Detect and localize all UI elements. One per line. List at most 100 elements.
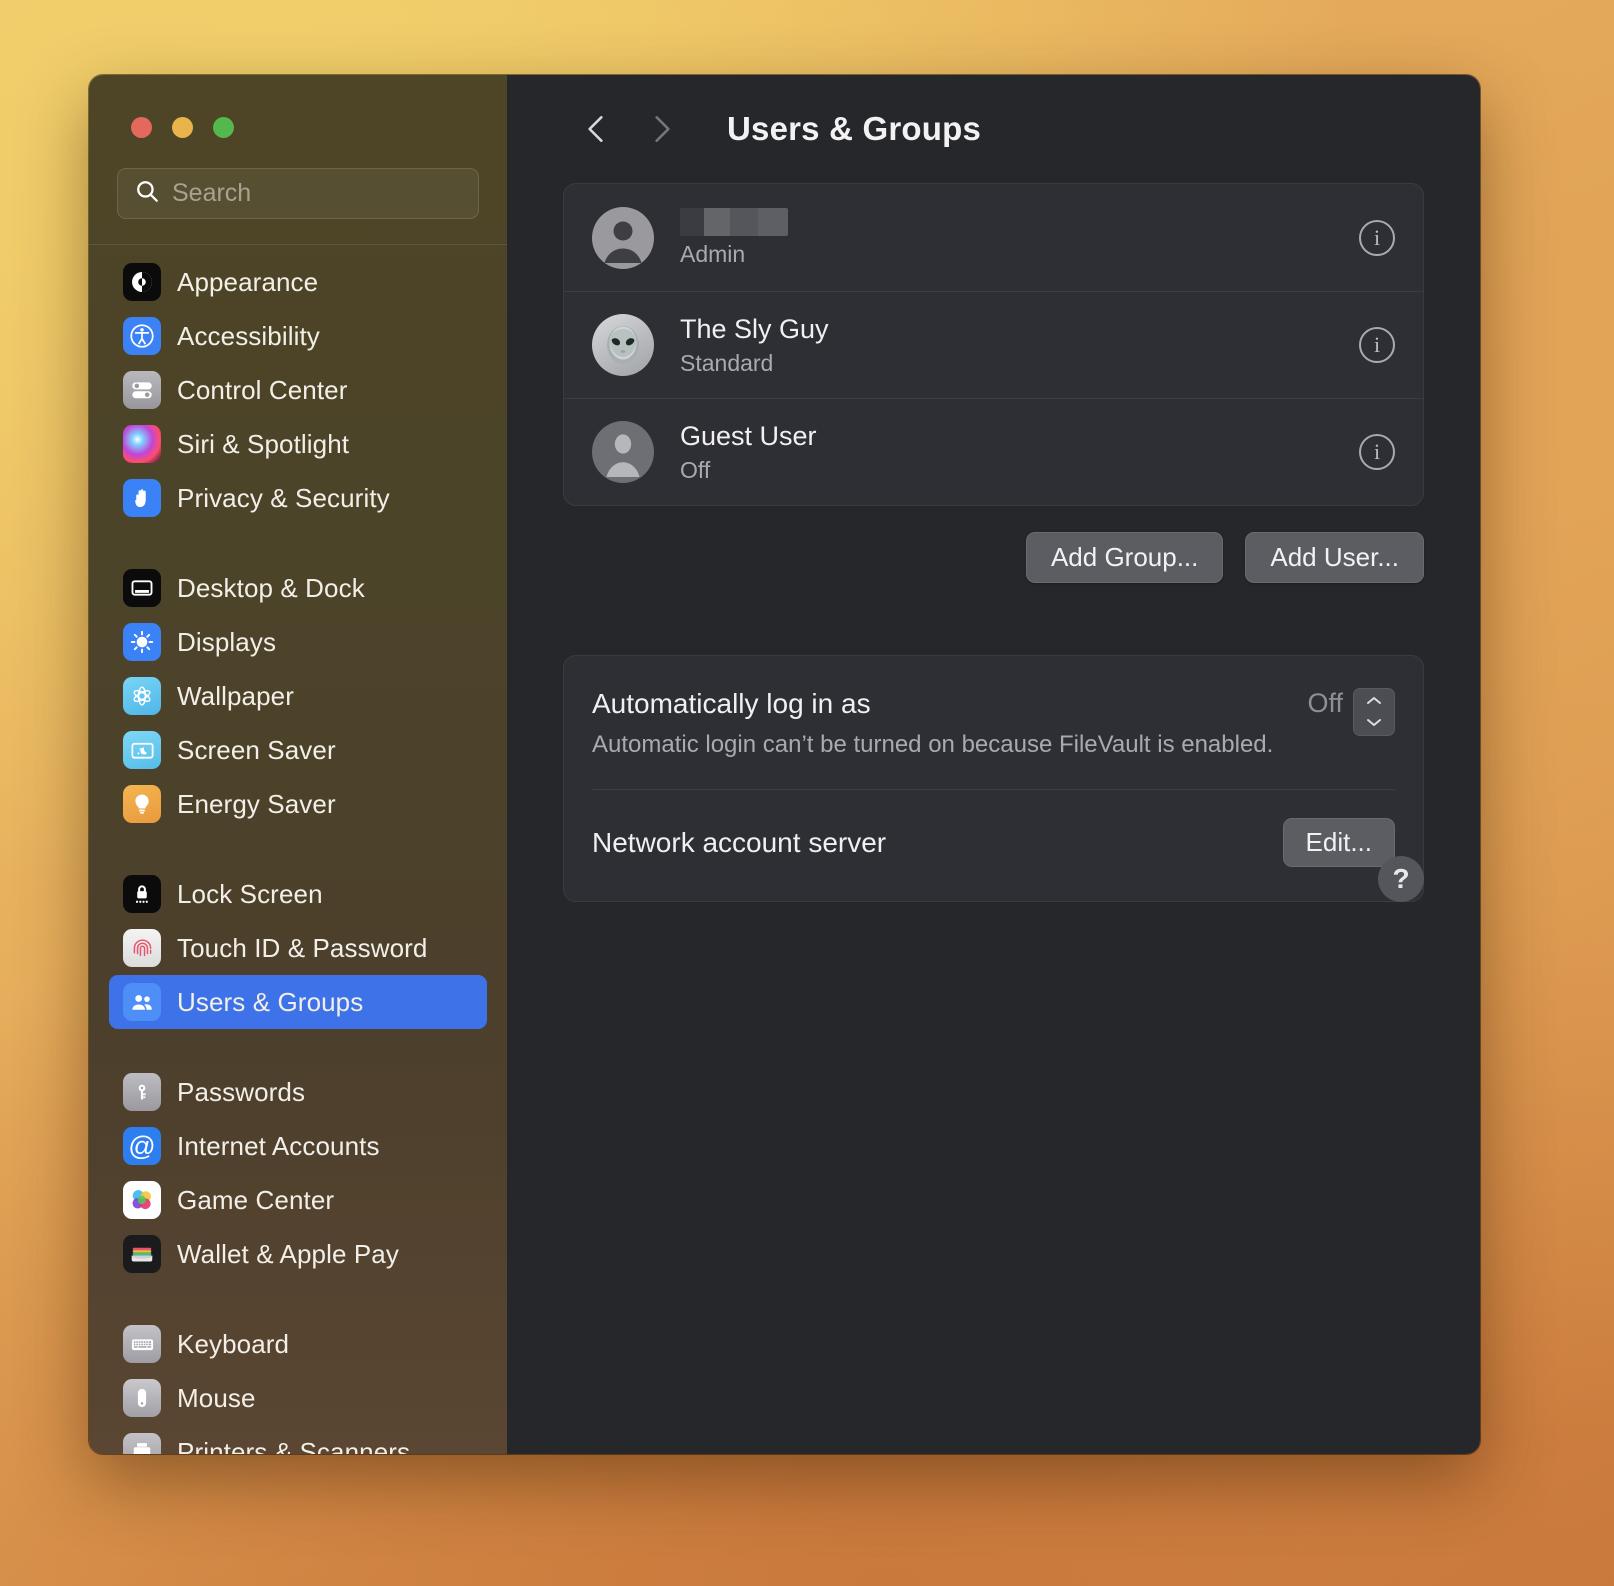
sidebar-item-label: Wallet & Apple Pay [177, 1239, 399, 1270]
auto-login-description: Automatic login can’t be turned on becau… [592, 731, 1307, 759]
sidebar-item-keyboard[interactable]: Keyboard [109, 1317, 487, 1371]
internet-accounts-at-icon: @ [123, 1127, 161, 1165]
network-account-server-row: Network account server Edit... [592, 789, 1395, 901]
network-account-server-text: Network account server [592, 827, 1283, 859]
user-info: Guest User Off [680, 421, 1359, 484]
info-circle-icon[interactable]: i [1359, 327, 1395, 363]
back-button[interactable] [577, 108, 615, 150]
sidebar-item-privacy-security[interactable]: Privacy & Security [109, 471, 487, 525]
search-container [89, 138, 507, 219]
sidebar-item-passwords[interactable]: Passwords [109, 1065, 487, 1119]
sidebar-item-screen-saver[interactable]: Screen Saver [109, 723, 487, 777]
sidebar-item-lock-screen[interactable]: Lock Screen [109, 867, 487, 921]
sidebar-item-label: Displays [177, 627, 276, 658]
help-button[interactable]: ? [1378, 856, 1424, 902]
search-box[interactable] [117, 168, 479, 219]
chevron-right-icon [649, 134, 675, 149]
close-window-button[interactable] [131, 117, 152, 138]
sidebar-item-label: Accessibility [177, 321, 320, 352]
sidebar-item-touch-id-password[interactable]: Touch ID & Password [109, 921, 487, 975]
wallet-icon [123, 1235, 161, 1273]
wallpaper-flower-icon [123, 677, 161, 715]
chevron-down-icon [1366, 714, 1382, 732]
sidebar-item-label: Printers & Scanners [177, 1437, 410, 1455]
sidebar-item-energy-saver[interactable]: Energy Saver [109, 777, 487, 831]
auto-login-value: Off [1307, 688, 1343, 719]
sidebar-nav: Appearance Accessibility [89, 245, 507, 1454]
search-icon [134, 178, 160, 209]
users-list-card: Admin i The Sly Guy S [563, 183, 1424, 506]
zoom-window-button[interactable] [213, 117, 234, 138]
user-info: The Sly Guy Standard [680, 314, 1359, 377]
sidebar-item-label: Users & Groups [177, 987, 363, 1018]
mouse-icon [123, 1379, 161, 1417]
sidebar-item-printers-scanners[interactable]: Printers & Scanners [109, 1425, 487, 1454]
sidebar-item-label: Desktop & Dock [177, 573, 365, 604]
sidebar-item-siri-spotlight[interactable]: Siri & Spotlight [109, 417, 487, 471]
info-circle-icon[interactable]: i [1359, 434, 1395, 470]
toolbar: Users & Groups [563, 75, 1424, 183]
sidebar-item-game-center[interactable]: Game Center [109, 1173, 487, 1227]
sidebar-item-label: Control Center [177, 375, 347, 406]
redacted-username [680, 208, 788, 236]
sidebar-item-appearance[interactable]: Appearance [109, 255, 487, 309]
edit-network-account-server-button[interactable]: Edit... [1283, 818, 1395, 867]
traffic-lights [89, 75, 507, 138]
sidebar-item-label: Touch ID & Password [177, 933, 427, 964]
page-title: Users & Groups [727, 110, 981, 148]
user-name: Guest User [680, 421, 1359, 452]
displays-sun-icon [123, 623, 161, 661]
passwords-key-icon [123, 1073, 161, 1111]
accessibility-icon [123, 317, 161, 355]
sidebar-group-gap [109, 1281, 487, 1317]
generic-person-avatar [592, 207, 654, 269]
sidebar-item-label: Privacy & Security [177, 483, 390, 514]
sidebar-item-displays[interactable]: Displays [109, 615, 487, 669]
touch-id-fingerprint-icon [123, 929, 161, 967]
privacy-hand-icon [123, 479, 161, 517]
user-role: Standard [680, 350, 1359, 377]
user-actions: Add Group... Add User... [563, 532, 1424, 583]
sidebar-item-wallpaper[interactable]: Wallpaper [109, 669, 487, 723]
auto-login-label: Automatically log in as [592, 688, 1307, 720]
sidebar-group-gap [109, 831, 487, 867]
sidebar-item-label: Mouse [177, 1383, 256, 1414]
sidebar-item-control-center[interactable]: Control Center [109, 363, 487, 417]
game-center-icon [123, 1181, 161, 1219]
chevron-left-icon [583, 134, 609, 149]
table-row[interactable]: Admin i [564, 184, 1423, 291]
sidebar-item-wallet-apple-pay[interactable]: Wallet & Apple Pay [109, 1227, 487, 1281]
add-user-button[interactable]: Add User... [1245, 532, 1424, 583]
keyboard-icon [123, 1325, 161, 1363]
control-center-icon [123, 371, 161, 409]
sidebar-item-desktop-dock[interactable]: Desktop & Dock [109, 561, 487, 615]
sidebar-item-label: Passwords [177, 1077, 305, 1108]
minimize-window-button[interactable] [172, 117, 193, 138]
info-circle-icon[interactable]: i [1359, 220, 1395, 256]
forward-button[interactable] [643, 108, 681, 150]
auto-login-stepper[interactable] [1353, 688, 1395, 736]
sidebar-item-internet-accounts[interactable]: @ Internet Accounts [109, 1119, 487, 1173]
sidebar-item-label: Energy Saver [177, 789, 336, 820]
sidebar-item-label: Internet Accounts [177, 1131, 380, 1162]
sidebar-item-label: Screen Saver [177, 735, 336, 766]
sidebar-item-label: Game Center [177, 1185, 334, 1216]
siri-icon [123, 425, 161, 463]
sidebar-item-users-groups[interactable]: Users & Groups [109, 975, 487, 1029]
sidebar-item-label: Wallpaper [177, 681, 294, 712]
auto-login-row: Automatically log in as Automatic login … [592, 656, 1395, 789]
sidebar-item-label: Lock Screen [177, 879, 323, 910]
sidebar-item-label: Keyboard [177, 1329, 289, 1360]
desktop-dock-icon [123, 569, 161, 607]
table-row[interactable]: The Sly Guy Standard i [564, 291, 1423, 398]
printer-icon [123, 1433, 161, 1454]
search-input[interactable] [172, 179, 494, 208]
chevron-up-icon [1366, 692, 1382, 710]
add-group-button[interactable]: Add Group... [1026, 532, 1223, 583]
sidebar-item-accessibility[interactable]: Accessibility [109, 309, 487, 363]
sidebar-group-gap [109, 1029, 487, 1065]
sidebar-group-gap [109, 525, 487, 561]
guest-person-avatar [592, 421, 654, 483]
table-row[interactable]: Guest User Off i [564, 398, 1423, 505]
sidebar-item-mouse[interactable]: Mouse [109, 1371, 487, 1425]
